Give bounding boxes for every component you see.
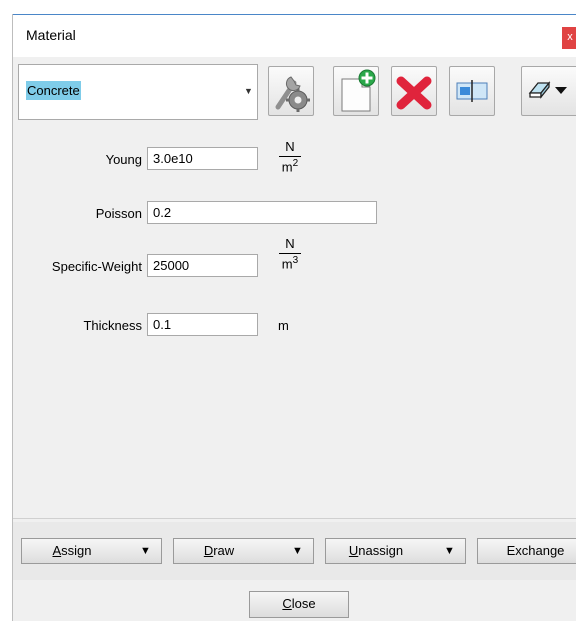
assign-mnemonic: A — [52, 543, 62, 558]
more-options-dropdown[interactable] — [521, 66, 576, 116]
thickness-input[interactable]: 0.1 — [147, 313, 258, 336]
thickness-label: Thickness — [83, 318, 142, 333]
new-document-plus-icon — [341, 69, 376, 112]
poisson-label: Poisson — [95, 206, 142, 221]
thickness-unit: m — [278, 318, 289, 333]
young-unit-denominator: m — [281, 159, 293, 175]
young-input[interactable]: 3.0e10 — [147, 147, 258, 170]
delete-material-button[interactable] — [391, 66, 437, 116]
specific-weight-unit-denominator: m — [281, 256, 293, 272]
chevron-down-icon[interactable]: ▼ — [292, 539, 303, 563]
specific-weight-label: Specific-Weight — [51, 259, 142, 274]
unassign-button[interactable]: Unassign ▼ — [325, 538, 466, 564]
separator — [13, 518, 576, 519]
fraction-bar — [279, 253, 301, 254]
specific-weight-unit-exponent: 3 — [292, 255, 299, 266]
window-title: Material — [26, 27, 76, 43]
unassign-label: nassign — [358, 543, 404, 558]
red-x-delete-icon — [396, 76, 432, 110]
assign-button[interactable]: Assign ▼ — [21, 538, 162, 564]
draw-button[interactable]: Draw ▼ — [173, 538, 314, 564]
unassign-mnemonic: U — [348, 543, 359, 558]
specific-weight-unit: N m3 — [275, 236, 305, 271]
close-mnemonic: C — [282, 596, 292, 611]
material-properties-button[interactable] — [268, 66, 314, 116]
close-label: lose — [291, 596, 316, 611]
wrench-gear-icon — [275, 76, 310, 112]
assign-label: ssign — [61, 543, 92, 558]
specific-weight-unit-numerator: N — [285, 236, 295, 251]
material-selected-text[interactable]: Concrete — [26, 81, 81, 100]
young-unit-exponent: 2 — [292, 158, 299, 169]
young-label: Young — [105, 152, 142, 167]
eraser-dropdown-icon — [528, 81, 567, 99]
rename-material-button[interactable] — [449, 66, 495, 116]
young-unit-numerator: N — [285, 139, 295, 154]
close-button[interactable]: Close — [249, 591, 349, 618]
title-bar — [13, 15, 576, 57]
poisson-input[interactable]: 0.2 — [147, 201, 377, 224]
chevron-down-icon[interactable]: ▼ — [140, 539, 151, 563]
young-unit: N m2 — [275, 139, 305, 174]
window-close-button[interactable]: x — [562, 27, 576, 49]
chevron-down-icon[interactable]: ▼ — [244, 86, 253, 96]
draw-label: raw — [213, 543, 235, 558]
specific-weight-input[interactable]: 25000 — [147, 254, 258, 277]
new-material-button[interactable] — [333, 66, 379, 116]
chevron-down-icon[interactable]: ▼ — [444, 539, 455, 563]
window-top-edge — [12, 14, 576, 15]
fraction-bar — [279, 156, 301, 157]
rename-field-icon — [456, 80, 488, 102]
exchange-button[interactable]: Exchange — [477, 538, 576, 564]
exchange-label: Exchange — [506, 543, 565, 558]
draw-mnemonic: D — [203, 543, 214, 558]
